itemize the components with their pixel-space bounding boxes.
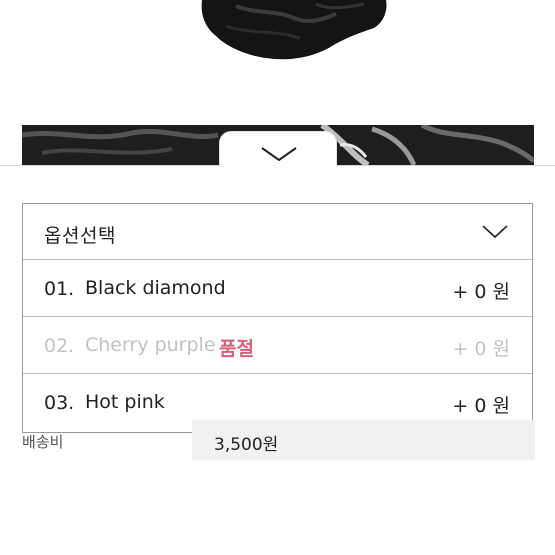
shipping-fee-label: 배송비 [22, 433, 64, 451]
option-price: + 0 원 [452, 281, 510, 303]
chevron-down-icon [261, 147, 297, 162]
product-image-top [196, 0, 406, 62]
option-number: 03. [44, 392, 75, 414]
option-name: Black diamond [85, 277, 226, 299]
option-select-header[interactable]: 옵션선택 [23, 204, 532, 260]
shipping-fee-value: 3,500원 [214, 435, 279, 455]
product-option-page: 옵션선택 01. Black diamond + 0 원 02. Cherry … [0, 0, 555, 555]
option-select-dropdown: 옵션선택 01. Black diamond + 0 원 02. Cherry … [22, 203, 533, 433]
option-name: Cherry purple [85, 334, 216, 356]
shipping-fee-box: 3,500원 [192, 420, 535, 460]
chevron-down-icon [482, 224, 508, 243]
option-select-label: 옵션선택 [44, 225, 116, 247]
collapse-handle-button[interactable] [219, 131, 337, 167]
option-name: Hot pink [85, 391, 165, 413]
option-item-black-diamond[interactable]: 01. Black diamond + 0 원 [23, 260, 532, 317]
option-price: + 0 원 [452, 338, 510, 360]
sold-out-badge: 품절 [219, 338, 254, 360]
option-number: 01. [44, 278, 75, 300]
option-number: 02. [44, 335, 75, 357]
option-price: + 0 원 [452, 395, 510, 417]
option-item-cherry-purple: 02. Cherry purple 품절 + 0 원 [23, 317, 532, 374]
